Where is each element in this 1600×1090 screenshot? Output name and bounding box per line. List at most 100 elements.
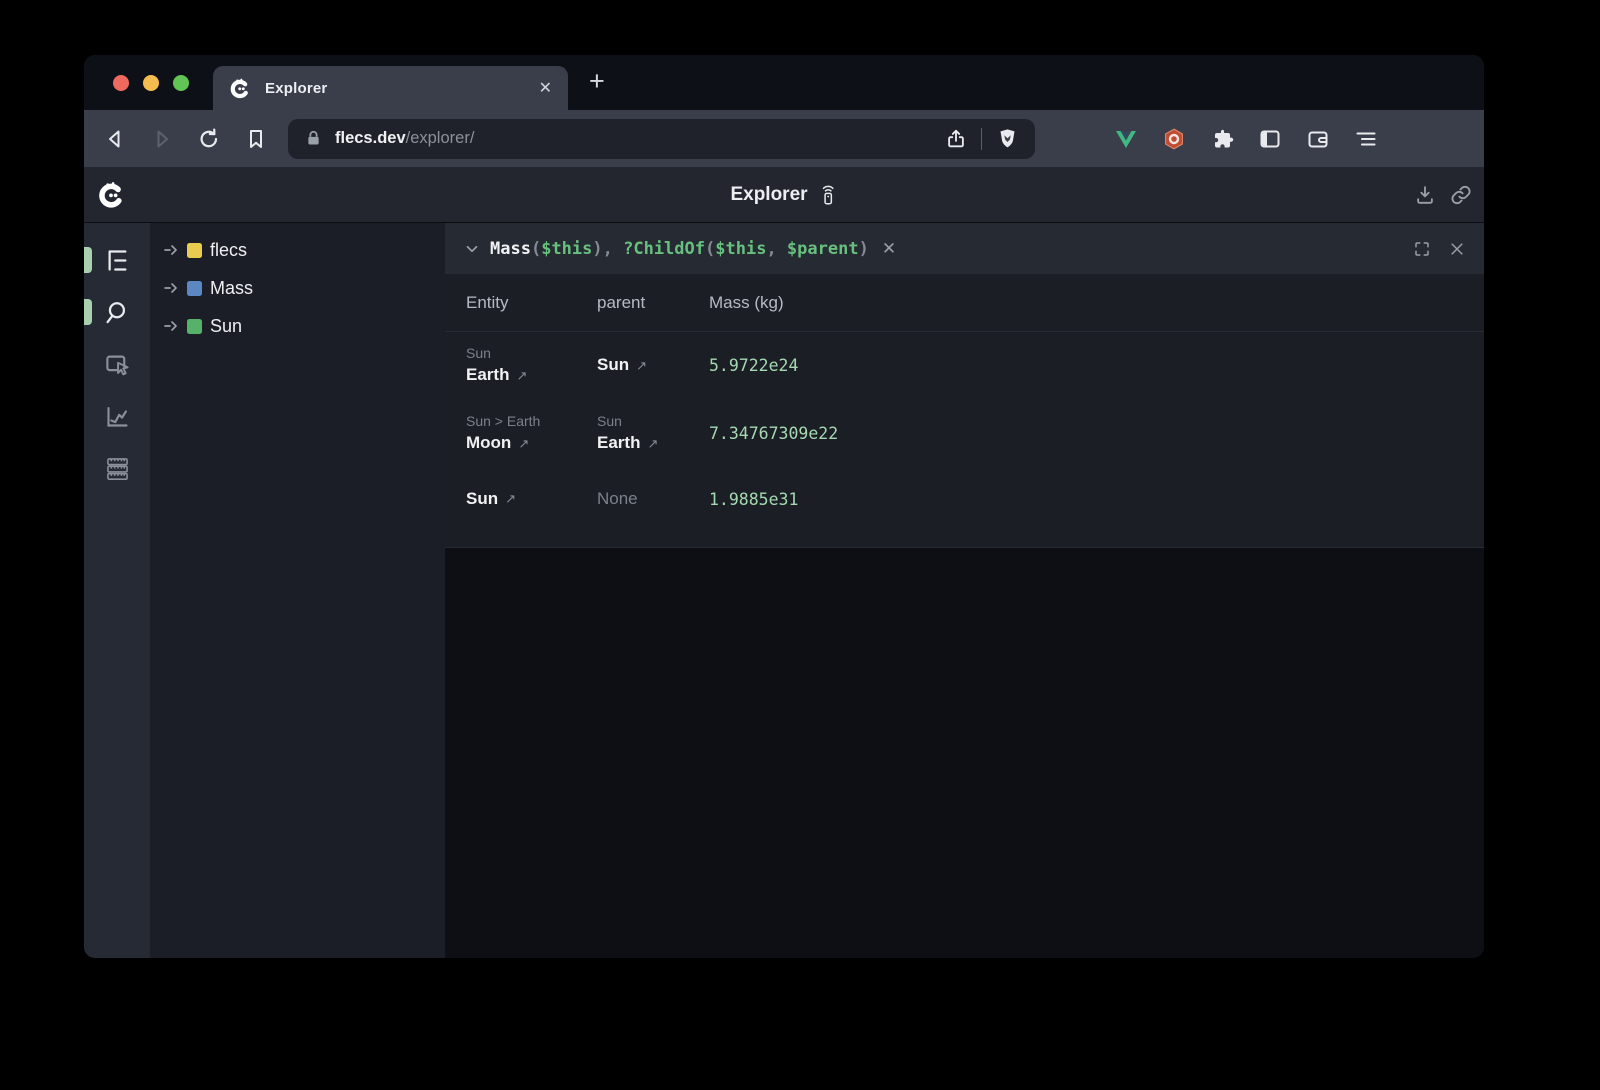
fullscreen-icon[interactable] bbox=[1413, 240, 1431, 258]
parent-link[interactable]: Earth ↗ bbox=[597, 432, 709, 455]
commands-panel-button[interactable] bbox=[84, 442, 150, 494]
search-panel-button[interactable] bbox=[84, 286, 150, 338]
address-bar[interactable]: flecs.dev/explorer/ bbox=[288, 119, 1035, 159]
entity-tree: flecs Mass Sun bbox=[150, 223, 445, 958]
tree-item-mass[interactable]: Mass bbox=[150, 269, 445, 307]
inspector-icon bbox=[104, 351, 131, 378]
lock-icon bbox=[304, 129, 323, 148]
entity-color-square bbox=[187, 281, 202, 296]
entity-color-square bbox=[187, 319, 202, 334]
parent-none-value: None bbox=[597, 488, 709, 511]
menu-button[interactable] bbox=[1354, 127, 1378, 151]
expand-arrow-icon[interactable] bbox=[163, 280, 179, 296]
external-link-icon: ↗ bbox=[647, 435, 658, 453]
hexagon-extension-icon[interactable] bbox=[1162, 127, 1186, 151]
parent-cell: None bbox=[597, 488, 709, 511]
new-tab-button[interactable]: + bbox=[589, 66, 605, 97]
close-query-icon[interactable] bbox=[1448, 240, 1466, 258]
browser-window: Explorer ✕ + flecs.dev/explorer/ bbox=[84, 55, 1484, 958]
entity-link[interactable]: Sun ↗ bbox=[466, 488, 597, 511]
expand-arrow-icon[interactable] bbox=[163, 318, 179, 334]
traffic-light-minimize[interactable] bbox=[143, 75, 159, 91]
brave-shield-button[interactable] bbox=[996, 127, 1019, 150]
browser-toolbar: flecs.dev/explorer/ bbox=[84, 110, 1484, 167]
tree-item-sun[interactable]: Sun bbox=[150, 307, 445, 345]
forward-button[interactable] bbox=[150, 127, 174, 151]
external-link-icon: ↗ bbox=[505, 490, 516, 508]
traffic-lights bbox=[113, 75, 189, 91]
tree-item-label: Mass bbox=[210, 278, 253, 299]
entity-color-square bbox=[187, 243, 202, 258]
url-text: flecs.dev/explorer/ bbox=[335, 129, 945, 148]
app-content: flecs Mass Sun bbox=[84, 223, 1484, 958]
table-header: Entity parent Mass (kg) bbox=[445, 274, 1484, 332]
back-button[interactable] bbox=[103, 127, 127, 151]
active-panel-indicator-tree bbox=[84, 247, 92, 273]
entity-link[interactable]: Earth ↗ bbox=[466, 364, 597, 387]
expand-arrow-icon[interactable] bbox=[163, 242, 179, 258]
chart-icon bbox=[104, 403, 131, 430]
sidebar-toggle-button[interactable] bbox=[1258, 127, 1282, 151]
url-path: /explorer/ bbox=[406, 129, 475, 147]
header-actions bbox=[1414, 184, 1472, 206]
tree-item-flecs[interactable]: flecs bbox=[150, 231, 445, 269]
bookmark-button[interactable] bbox=[244, 127, 268, 151]
browser-tab[interactable]: Explorer ✕ bbox=[213, 66, 568, 110]
share-button[interactable] bbox=[945, 128, 967, 150]
stats-panel-button[interactable] bbox=[84, 390, 150, 442]
refresh-button[interactable] bbox=[197, 127, 221, 151]
mass-value: 5.9722e24 bbox=[709, 356, 1484, 375]
external-link-icon: ↗ bbox=[518, 435, 529, 453]
download-button[interactable] bbox=[1414, 184, 1436, 206]
parent-cell: Sun ↗ bbox=[597, 354, 709, 377]
tree-item-label: flecs bbox=[210, 240, 247, 261]
app-header: Explorer bbox=[84, 167, 1484, 223]
query-bar: Mass($this), ?ChildOf($this, $parent) ✕ bbox=[445, 223, 1484, 274]
entity-path: Sun bbox=[466, 344, 597, 364]
entity-cell: Sun Earth ↗ bbox=[466, 344, 597, 387]
tab-title: Explorer bbox=[265, 80, 539, 97]
column-header-parent: parent bbox=[597, 293, 709, 313]
share-link-button[interactable] bbox=[1450, 184, 1472, 206]
parent-path: Sun bbox=[597, 412, 709, 432]
active-panel-indicator-search bbox=[84, 299, 92, 325]
parent-cell: Sun Earth ↗ bbox=[597, 412, 709, 455]
query-panel: Mass($this), ?ChildOf($this, $parent) ✕ … bbox=[445, 223, 1484, 958]
mass-value: 1.9885e31 bbox=[709, 490, 1484, 509]
column-header-mass: Mass (kg) bbox=[709, 293, 1484, 313]
traffic-light-zoom[interactable] bbox=[173, 75, 189, 91]
entity-cell: Sun ↗ bbox=[466, 488, 597, 511]
query-text[interactable]: Mass($this), ?ChildOf($this, $parent) bbox=[490, 239, 869, 259]
stacked-lists-icon bbox=[104, 455, 131, 482]
vue-devtools-icon[interactable] bbox=[1114, 127, 1138, 151]
collapse-chevron-icon[interactable] bbox=[463, 240, 481, 258]
search-icon bbox=[104, 299, 131, 326]
column-header-entity: Entity bbox=[466, 293, 597, 313]
url-domain: flecs.dev bbox=[335, 129, 406, 147]
inspector-panel-button[interactable] bbox=[84, 338, 150, 390]
page-title: Explorer bbox=[730, 184, 807, 206]
tab-close-button[interactable]: ✕ bbox=[539, 78, 552, 98]
tree-item-label: Sun bbox=[210, 316, 242, 337]
tree-icon bbox=[104, 247, 131, 274]
table-row: Sun Earth ↗ Sun ↗ 5.9722e24 bbox=[445, 332, 1484, 399]
address-bar-divider bbox=[981, 128, 982, 150]
external-link-icon: ↗ bbox=[636, 357, 647, 375]
panel-iconbar bbox=[84, 223, 150, 958]
table-row: Sun ↗ None 1.9885e31 bbox=[445, 468, 1484, 530]
parent-link[interactable]: Sun ↗ bbox=[597, 354, 709, 377]
traffic-light-close[interactable] bbox=[113, 75, 129, 91]
extension-icons bbox=[1114, 127, 1378, 151]
mass-value: 7.34767309e22 bbox=[709, 424, 1484, 443]
entity-link[interactable]: Moon ↗ bbox=[466, 432, 597, 455]
tree-panel-button[interactable] bbox=[84, 234, 150, 286]
wallet-button[interactable] bbox=[1306, 127, 1330, 151]
tab-bar: Explorer ✕ + bbox=[84, 55, 1484, 110]
extensions-puzzle-icon[interactable] bbox=[1210, 127, 1234, 151]
entity-cell: Sun > Earth Moon ↗ bbox=[466, 412, 597, 455]
query-clear-button[interactable]: ✕ bbox=[882, 239, 896, 259]
table-row: Sun > Earth Moon ↗ Sun Earth ↗ 7.3476 bbox=[445, 399, 1484, 468]
external-link-icon: ↗ bbox=[516, 367, 527, 385]
connection-remote-icon[interactable] bbox=[818, 184, 838, 206]
results-table-body: Sun Earth ↗ Sun ↗ 5.9722e24 bbox=[445, 332, 1484, 548]
